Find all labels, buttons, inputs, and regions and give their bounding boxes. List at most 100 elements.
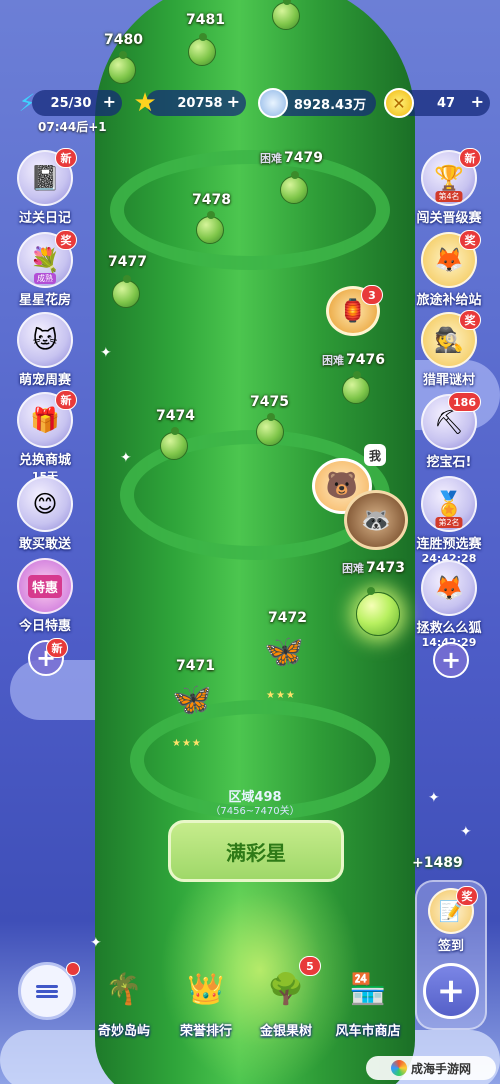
menu-notification-dot — [66, 962, 80, 976]
right-menu-dig-gems[interactable]: ⛏ 186 挖宝石! — [414, 392, 484, 470]
level-7478: 7478 — [192, 192, 231, 208]
three-stars: ★★★ — [266, 690, 296, 701]
level-number: 7480 — [104, 32, 143, 48]
count-badge: 5 — [299, 956, 321, 976]
coins-value: 8928.43万 — [293, 97, 367, 113]
bottom-label: 金银果树 — [259, 1024, 312, 1039]
level-7474: 7474 — [156, 408, 195, 424]
ripe-tag: 成熟 — [34, 273, 56, 284]
current-level-node[interactable] — [356, 587, 400, 636]
menu-icon — [36, 983, 58, 1000]
left-menu-special-offer[interactable]: 特惠 今日特惠 — [10, 558, 80, 634]
right-menu-detective-village[interactable]: 🕵 奖 猎罪谜村 — [414, 310, 484, 388]
add-tokens-button[interactable]: + — [471, 92, 484, 111]
bottom-label: 风车市商店 — [335, 1024, 401, 1039]
level-7479: 困难 7479 — [260, 150, 323, 166]
side-label: 挖宝石! — [426, 455, 472, 470]
island-icon: 🌴 — [105, 971, 143, 1007]
watermark-text: 成海手游网 — [410, 1061, 471, 1076]
rank-tag: 第2名 — [435, 517, 463, 528]
bottom-nav-island[interactable]: 🌴 奇妙岛屿 — [88, 960, 160, 1040]
coin-icon — [258, 88, 288, 118]
level-node-7482[interactable] — [272, 0, 300, 30]
vine-twist — [110, 150, 390, 270]
stars-bar[interactable]: 20758 + — [146, 90, 246, 116]
level-number: 7479 — [284, 150, 323, 166]
level-node-7481[interactable] — [188, 33, 216, 66]
level-node-7474[interactable] — [160, 427, 188, 460]
bonus-text: +1489 — [412, 855, 463, 871]
side-label: 敢买敢送 — [18, 537, 71, 552]
reward-badge: 奖 — [459, 310, 481, 330]
level-node-7477[interactable] — [112, 275, 140, 308]
gift-icon: 😊 — [17, 476, 73, 532]
energy-timer: 07:44后+1 — [38, 120, 107, 134]
treasure-chest-icon[interactable]: 🏮 3 — [326, 285, 383, 336]
level-7472: 7472 — [268, 610, 307, 626]
chat-text: 我 — [368, 448, 381, 463]
side-label: 旅途补给站 — [416, 293, 482, 308]
level-node-7476[interactable] — [342, 371, 370, 404]
right-menu-save-fox[interactable]: 🦊 拯救么么狐 14:42:29 — [414, 560, 484, 649]
watermark-logo-icon — [390, 1060, 407, 1076]
chat-bubble[interactable]: 我 — [364, 444, 386, 466]
big-add-button[interactable]: + — [423, 963, 479, 1019]
side-label: 签到 — [437, 939, 464, 954]
level-node-7478[interactable] — [196, 211, 224, 244]
level-number: 7473 — [366, 560, 405, 576]
checkin-button[interactable]: 📝 奖 签到 — [416, 886, 486, 954]
level-number: 7472 — [268, 610, 307, 626]
new-badge: 新 — [55, 148, 77, 168]
crown-rank-icon: 👑 — [187, 971, 225, 1007]
lightning-icon: ⚡ — [18, 89, 36, 117]
reward-badge: 奖 — [456, 886, 478, 906]
right-add-button[interactable]: + — [433, 642, 469, 678]
left-menu-buy-gift[interactable]: 😊 敢买敢送 — [10, 476, 80, 552]
butterfly-icon[interactable]: 🦋 — [264, 632, 304, 670]
level-node-7480[interactable] — [108, 51, 136, 84]
diary-icon: 📓 新 — [17, 148, 77, 206]
detective-icon: 🕵 奖 — [421, 310, 481, 368]
region-card[interactable]: 满彩星 — [168, 820, 344, 882]
right-menu-promotion-race[interactable]: 🏆 新第4名 闯关晋级赛 — [414, 148, 484, 226]
trophy-icon: 🏆 新第4名 — [421, 148, 481, 206]
sparkle: ✦ — [428, 790, 440, 806]
right-menu-supply-station[interactable]: 🦊 奖 旅途补给站 — [414, 230, 484, 308]
hard-label: 困难 — [322, 354, 344, 367]
new-badge: 新 — [459, 148, 481, 168]
left-menu-pet-weekly[interactable]: 🐱 萌宠周赛 — [10, 312, 80, 388]
level-number: 7478 — [192, 192, 231, 208]
bottom-nav-fruit-tree[interactable]: 🌳 5 金银果树 — [250, 956, 322, 1039]
sparkle: ✦ — [90, 935, 102, 951]
bottom-nav-rank[interactable]: 👑 荣誉排行 — [170, 960, 242, 1040]
energy-bar[interactable]: 25/30 + — [32, 90, 122, 116]
level-7475: 7475 — [250, 394, 289, 410]
dig-gem-icon: ⛏ 186 — [421, 392, 481, 450]
left-menu-diary[interactable]: 📓 新 过关日记 — [10, 148, 80, 226]
left-add-button[interactable]: + 新 — [28, 638, 68, 676]
bottom-nav-windmill-shop[interactable]: 🏪 风车市商店 — [332, 960, 404, 1040]
offer-tag: 特惠 — [27, 574, 62, 598]
new-badge: 新 — [55, 390, 77, 410]
level-number: 7475 — [250, 394, 289, 410]
add-stars-button[interactable]: + — [227, 92, 240, 111]
left-menu-shop[interactable]: 🎁新 兑换商城 15天 — [10, 390, 80, 484]
side-label: 闯关晋级赛 — [416, 211, 482, 226]
fox-icon: 🦊 — [421, 560, 477, 616]
sparkle: ✦ — [460, 824, 472, 840]
shop-icon: 🎁 新 — [17, 390, 77, 448]
level-node-7475[interactable] — [256, 413, 284, 446]
level-node-7479[interactable] — [280, 171, 308, 204]
supply-icon: 🦊 奖 — [421, 230, 481, 288]
reward-badge: 奖 — [55, 230, 77, 250]
butterfly-icon[interactable]: 🦋 — [172, 680, 212, 718]
level-7476: 困难 7476 — [322, 352, 385, 368]
opponent-avatar: 🦝 — [344, 490, 408, 550]
hard-label: 困难 — [342, 562, 364, 575]
right-menu-streak-qualifier[interactable]: 🏅 第2名 连胜预选赛 24:42:28 — [414, 476, 484, 565]
left-menu-flower-house[interactable]: 💐 奖成熟 星星花房 — [10, 230, 80, 308]
new-badge: 新 — [46, 638, 68, 658]
side-label: 星星花房 — [18, 293, 71, 308]
add-energy-button[interactable]: + — [103, 92, 116, 111]
flower-house-icon: 💐 奖成熟 — [17, 230, 77, 288]
